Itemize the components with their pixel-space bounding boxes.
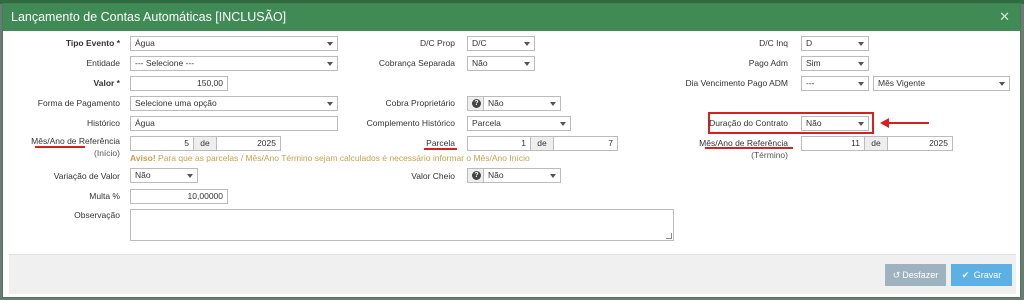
valor-cheio-select[interactable]: Não (483, 168, 561, 183)
mes-ano-termino-sublabel: (Término) (751, 150, 788, 160)
help-button[interactable]: ? (467, 168, 484, 183)
annotation-underline (424, 148, 457, 150)
pago-adm-label: Pago Adm (748, 58, 788, 68)
modal-header: Lançamento de Contas Automáticas [INCLUS… (3, 4, 1020, 31)
chevron-down-icon (550, 102, 556, 106)
chevron-down-icon (858, 62, 864, 66)
dc-inq-select[interactable]: D (801, 36, 869, 51)
save-button[interactable]: ✔ Gravar (951, 264, 1012, 286)
modal-dialog: Lançamento de Contas Automáticas [INCLUS… (2, 3, 1021, 298)
chevron-down-icon (999, 82, 1005, 86)
modal-title: Lançamento de Contas Automáticas [INCLUS… (11, 10, 287, 24)
entidade-select[interactable]: --- Selecione --- (130, 56, 338, 71)
annotation-underline (705, 147, 793, 149)
annotation-arrow-line (887, 122, 929, 124)
parcela-num-input[interactable]: 1 (467, 136, 531, 151)
complemento-historico-select[interactable]: Parcela (467, 116, 571, 131)
historico-input[interactable]: Água (130, 116, 338, 131)
cobranca-separada-select[interactable]: Não (467, 56, 535, 71)
resize-handle-icon[interactable] (666, 233, 672, 239)
check-icon: ✔ (961, 270, 970, 280)
multa-label: Multa % (89, 191, 120, 201)
mes-vigente-select[interactable]: Mês Vigente (873, 76, 1010, 91)
chevron-down-icon (858, 122, 864, 126)
chevron-down-icon (560, 122, 566, 126)
valor-cheio-label: Valor Cheio (411, 171, 455, 181)
tipo-evento-label: Tipo Evento * (65, 38, 120, 48)
parcela-total-input[interactable]: 7 (553, 136, 618, 151)
help-icon: ? (472, 171, 481, 180)
tipo-evento-select[interactable]: Água (130, 36, 338, 51)
help-icon: ? (472, 99, 481, 108)
cobranca-separada-label: Cobrança Separada (378, 58, 455, 68)
pago-adm-select[interactable]: Sim (801, 56, 869, 71)
chevron-down-icon (327, 62, 333, 66)
historico-label: Histórico (86, 118, 120, 128)
observacao-label: Observação (74, 210, 120, 220)
complemento-historico-label: Complemento Histórico (366, 118, 455, 128)
dc-inq-label: D/C Inq (759, 38, 788, 48)
close-icon[interactable]: ✕ (999, 9, 1010, 25)
dia-vencimento-label: Dia Vencimento Pago ADM (685, 78, 788, 88)
chevron-down-icon (858, 42, 864, 46)
duracao-contrato-select[interactable]: Não (801, 116, 869, 131)
variacao-valor-select[interactable]: Não (130, 168, 198, 183)
chevron-down-icon (187, 174, 193, 178)
chevron-down-icon (524, 62, 530, 66)
warning-message: Aviso! Para que as parcelas / Mês/Ano Té… (130, 153, 530, 163)
valor-label: Valor * (93, 78, 120, 88)
help-button[interactable]: ? (467, 96, 484, 111)
cobra-proprietario-select[interactable]: Não (483, 96, 561, 111)
mes-termino-input[interactable]: 11 (801, 136, 865, 151)
annotation-underline (35, 146, 85, 148)
entidade-label: Entidade (86, 58, 120, 68)
variacao-valor-label: Variação de Valor (53, 171, 120, 181)
de-addon: de (864, 136, 888, 151)
mes-inicio-input[interactable]: 5 (130, 136, 194, 151)
de-addon: de (193, 136, 217, 151)
chevron-down-icon (858, 82, 864, 86)
ano-termino-input[interactable]: 2025 (887, 136, 953, 151)
ano-inicio-input[interactable]: 2025 (216, 136, 281, 151)
valor-input[interactable]: 150,00 (130, 76, 228, 91)
dc-prop-label: D/C Prop (420, 38, 455, 48)
dia-vencimento-select[interactable]: --- (801, 76, 869, 91)
chevron-down-icon (550, 174, 556, 178)
forma-pagamento-select[interactable]: Selecione uma opção (130, 96, 338, 111)
undo-button[interactable]: ↺ Desfazer (885, 264, 946, 286)
multa-input[interactable]: 10,00000 (130, 189, 228, 204)
observacao-textarea[interactable] (130, 209, 674, 241)
forma-pagamento-label: Forma de Pagamento (37, 98, 120, 108)
dc-prop-select[interactable]: D/C (467, 36, 535, 51)
chevron-down-icon (327, 102, 333, 106)
modal-footer: ↺ Desfazer ✔ Gravar (9, 254, 1016, 294)
chevron-down-icon (327, 42, 333, 46)
undo-icon: ↺ (892, 270, 901, 280)
de-addon: de (530, 136, 554, 151)
cobra-proprietario-label: Cobra Proprietário (385, 98, 455, 108)
chevron-down-icon (524, 42, 530, 46)
mes-ano-inicio-sublabel: (Início) (94, 148, 120, 158)
duracao-contrato-label: Duração do Contrato (709, 118, 788, 128)
